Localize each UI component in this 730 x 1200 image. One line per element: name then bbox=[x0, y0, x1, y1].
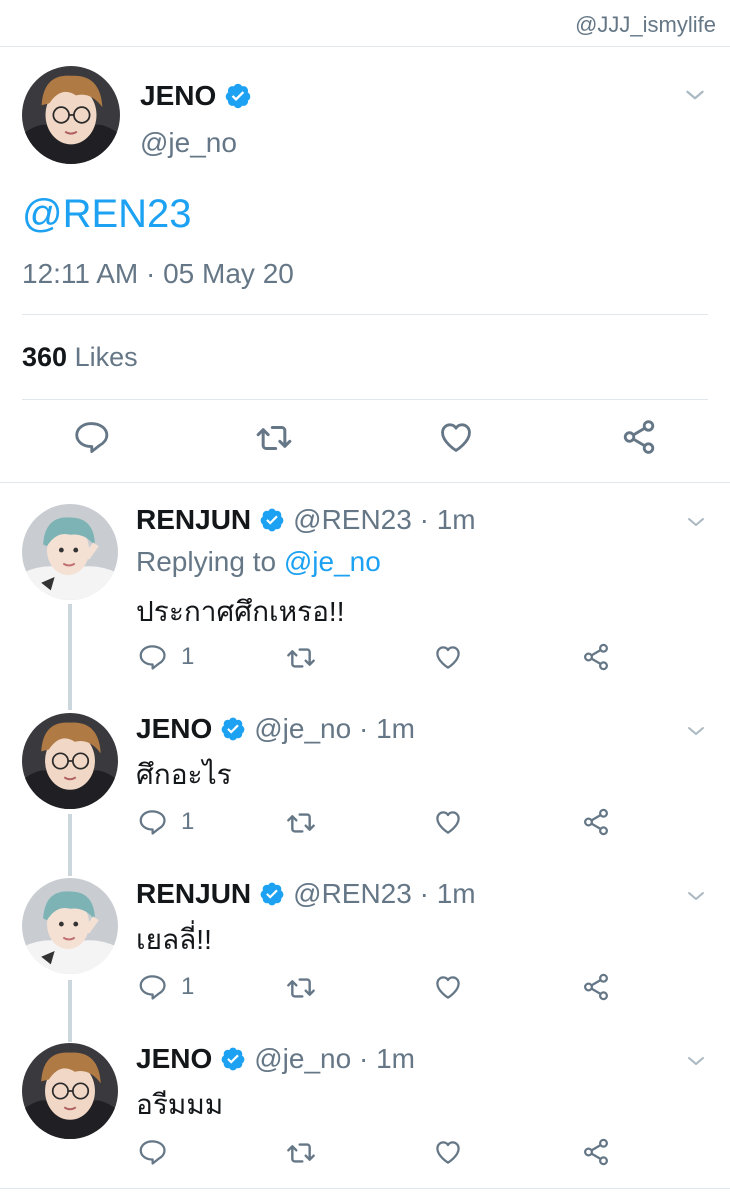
like-icon bbox=[433, 972, 463, 1002]
like-button[interactable] bbox=[433, 807, 463, 837]
reply-button[interactable] bbox=[137, 1137, 181, 1167]
chevron-down-icon[interactable] bbox=[684, 884, 708, 908]
tweet-timestamp: 12:11 AM · 05 May 20 bbox=[22, 258, 294, 289]
replying-to-link[interactable]: @je_no bbox=[284, 546, 381, 577]
reply-icon bbox=[137, 1137, 167, 1167]
reply-text: อรีมมม bbox=[136, 1089, 224, 1120]
reply-header: RENJUN @REN23 · 1m bbox=[136, 504, 476, 536]
avatar[interactable] bbox=[22, 504, 118, 600]
share-icon bbox=[581, 1137, 611, 1167]
author-name[interactable]: JENO bbox=[136, 1043, 212, 1075]
watermark: @JJJ_ismylife bbox=[575, 12, 716, 37]
share-icon bbox=[581, 807, 611, 837]
share-button[interactable] bbox=[620, 418, 658, 456]
reply-count: 1 bbox=[181, 643, 195, 670]
like-icon bbox=[437, 418, 475, 456]
reply-icon bbox=[72, 418, 110, 456]
share-button[interactable] bbox=[581, 642, 611, 672]
author-name[interactable]: RENJUN bbox=[136, 878, 251, 910]
reply-actions: 1 bbox=[0, 807, 730, 843]
retweet-button[interactable] bbox=[285, 642, 317, 674]
reply-icon bbox=[137, 642, 167, 672]
retweet-icon bbox=[285, 642, 317, 674]
reply-button[interactable]: 1 bbox=[137, 807, 194, 837]
retweet-button[interactable] bbox=[285, 807, 317, 839]
reply-button[interactable]: 1 bbox=[137, 972, 194, 1002]
reply-header: JENO @je_no · 1m bbox=[136, 713, 415, 745]
author-name[interactable]: RENJUN bbox=[136, 504, 251, 536]
verified-badge-icon bbox=[224, 82, 252, 110]
likes-label: Likes bbox=[74, 342, 138, 372]
author-handle[interactable]: @REN23 · 1m bbox=[293, 878, 475, 910]
share-icon bbox=[581, 972, 611, 1002]
reply-button[interactable] bbox=[72, 418, 110, 456]
retweet-button[interactable] bbox=[285, 972, 317, 1004]
retweet-icon bbox=[254, 418, 294, 458]
reply-actions bbox=[0, 1137, 730, 1173]
chevron-down-icon[interactable] bbox=[684, 510, 708, 534]
author-handle[interactable]: @REN23 · 1m bbox=[293, 504, 475, 536]
reply-text: เยลลี่!! bbox=[136, 924, 212, 955]
reply-actions: 1 bbox=[0, 972, 730, 1008]
author-name[interactable]: JENO bbox=[136, 713, 212, 745]
divider bbox=[0, 1188, 730, 1189]
share-icon bbox=[620, 418, 658, 456]
reply-count: 1 bbox=[181, 808, 195, 835]
likes-count[interactable]: 360 Likes bbox=[22, 342, 138, 373]
like-icon bbox=[433, 642, 463, 672]
avatar[interactable] bbox=[22, 713, 118, 809]
reply-header: RENJUN @REN23 · 1m bbox=[136, 878, 476, 910]
divider bbox=[0, 482, 730, 483]
reply-header: JENO @je_no · 1m bbox=[136, 1043, 415, 1075]
like-button[interactable] bbox=[433, 642, 463, 672]
author-name-label: JENO bbox=[140, 80, 217, 111]
tweet-text-mention[interactable]: @REN23 bbox=[22, 192, 192, 237]
chevron-down-icon[interactable] bbox=[682, 82, 708, 108]
avatar[interactable] bbox=[22, 878, 118, 974]
like-icon bbox=[433, 807, 463, 837]
retweet-icon bbox=[285, 807, 317, 839]
verified-badge-icon bbox=[259, 507, 285, 533]
author-name[interactable]: JENO bbox=[140, 80, 252, 112]
author-handle[interactable]: @je_no · 1m bbox=[254, 1043, 415, 1075]
share-button[interactable] bbox=[581, 807, 611, 837]
main-tweet-actions bbox=[0, 418, 730, 462]
author-handle[interactable]: @je_no · 1m bbox=[254, 713, 415, 745]
like-button[interactable] bbox=[433, 972, 463, 1002]
replying-to: Replying to @je_no bbox=[136, 546, 381, 578]
retweet-icon bbox=[285, 972, 317, 1004]
share-button[interactable] bbox=[581, 972, 611, 1002]
share-icon bbox=[581, 642, 611, 672]
reply-count: 1 bbox=[181, 973, 195, 1000]
retweet-icon bbox=[285, 1137, 317, 1169]
reply-actions: 1 bbox=[0, 642, 730, 678]
replying-to-label: Replying to bbox=[136, 546, 277, 577]
like-icon bbox=[433, 1137, 463, 1167]
divider bbox=[22, 399, 708, 400]
reply-text: ศึกอะไร bbox=[136, 759, 232, 790]
reply-button[interactable]: 1 bbox=[137, 642, 194, 672]
avatar[interactable] bbox=[22, 1043, 118, 1139]
verified-badge-icon bbox=[220, 1046, 246, 1072]
verified-badge-icon bbox=[220, 716, 246, 742]
divider bbox=[0, 46, 730, 47]
author-handle[interactable]: @je_no bbox=[140, 127, 237, 159]
like-button[interactable] bbox=[437, 418, 475, 456]
retweet-button[interactable] bbox=[254, 418, 294, 458]
reply-icon bbox=[137, 972, 167, 1002]
chevron-down-icon[interactable] bbox=[684, 1049, 708, 1073]
share-button[interactable] bbox=[581, 1137, 611, 1167]
like-button[interactable] bbox=[433, 1137, 463, 1167]
reply-text: ประกาศศึกเหรอ!! bbox=[136, 596, 345, 627]
avatar[interactable] bbox=[22, 66, 120, 164]
divider bbox=[22, 314, 708, 315]
chevron-down-icon[interactable] bbox=[684, 719, 708, 743]
reply-icon bbox=[137, 807, 167, 837]
retweet-button[interactable] bbox=[285, 1137, 317, 1169]
likes-number: 360 bbox=[22, 342, 68, 372]
verified-badge-icon bbox=[259, 881, 285, 907]
